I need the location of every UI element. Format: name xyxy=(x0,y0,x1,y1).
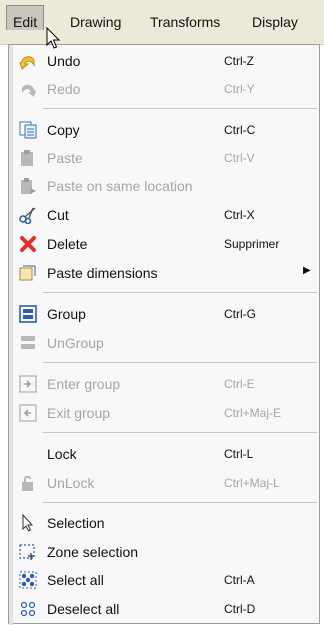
menu-item-paste-same-location[interactable]: Paste on same location xyxy=(9,172,319,200)
cut-shortcut: Ctrl-X xyxy=(224,208,255,222)
menu-item-delete[interactable]: Delete Supprimer xyxy=(9,230,319,258)
group-icon xyxy=(19,305,37,323)
paste-icon xyxy=(21,150,33,166)
deselect-all-icon xyxy=(20,601,36,617)
lock-shortcut: Ctrl-L xyxy=(224,447,254,461)
zone-selection-label: Zone selection xyxy=(47,544,139,560)
group-label: Group xyxy=(47,306,86,322)
menu-item-paste[interactable]: Paste Ctrl-V xyxy=(9,144,319,172)
menu-edit[interactable]: Edit xyxy=(6,5,45,30)
paste-dimensions-label: Paste dimensions xyxy=(47,265,158,281)
undo-shortcut: Ctrl-Z xyxy=(224,54,254,68)
enter-group-shortcut: Ctrl-E xyxy=(224,377,255,391)
menu-item-redo[interactable]: Redo Ctrl-Y xyxy=(9,75,319,103)
menu-display[interactable]: Display xyxy=(252,14,298,30)
select-all-icon xyxy=(19,571,37,589)
exit-group-label: Exit group xyxy=(47,405,111,421)
menu-item-exit-group[interactable]: Exit group Ctrl+Maj-E xyxy=(9,399,319,427)
menu-item-zone-selection[interactable]: Zone selection xyxy=(9,538,319,566)
paste-same-location-label: Paste on same location xyxy=(47,178,193,194)
exit-group-icon xyxy=(19,404,37,422)
pointer-icon xyxy=(22,514,34,532)
delete-shortcut: Supprimer xyxy=(224,237,280,251)
undo-label: Undo xyxy=(47,53,81,69)
exit-group-shortcut: Ctrl+Maj-E xyxy=(224,406,282,420)
group-shortcut: Ctrl-G xyxy=(224,307,256,321)
paste-dimensions-icon xyxy=(19,265,36,281)
menu-item-lock[interactable]: Lock Ctrl-L xyxy=(9,440,319,468)
menu-item-group[interactable]: Group Ctrl-G xyxy=(9,300,319,328)
select-all-label: Select all xyxy=(47,572,104,588)
unlock-shortcut: Ctrl+Maj-L xyxy=(224,476,280,490)
separator xyxy=(43,362,317,363)
separator xyxy=(43,502,317,503)
lock-label: Lock xyxy=(47,446,77,462)
unlock-icon xyxy=(22,475,33,491)
deselect-all-label: Deselect all xyxy=(47,601,120,617)
select-all-shortcut: Ctrl-A xyxy=(224,573,255,587)
unlock-label: UnLock xyxy=(47,475,95,491)
menu-item-selection[interactable]: Selection xyxy=(9,509,319,537)
redo-label: Redo xyxy=(47,81,81,97)
menu-transforms[interactable]: Transforms xyxy=(150,14,220,30)
enter-group-label: Enter group xyxy=(47,376,121,392)
delete-x-icon xyxy=(20,236,36,252)
paste-shortcut: Ctrl-V xyxy=(224,151,255,165)
zone-selection-icon xyxy=(19,544,35,560)
submenu-arrow-icon: ▶ xyxy=(303,265,311,276)
paste-same-location-icon xyxy=(21,178,36,194)
menu-item-select-all[interactable]: Select all Ctrl-A xyxy=(9,566,319,594)
separator xyxy=(43,108,317,109)
menu-item-paste-dimensions[interactable]: Paste dimensions ▶ xyxy=(9,259,319,287)
ungroup-label: UnGroup xyxy=(47,335,104,351)
delete-label: Delete xyxy=(47,236,88,252)
enter-group-icon xyxy=(19,375,37,393)
scissors-icon xyxy=(19,207,36,224)
undo-icon xyxy=(19,56,35,70)
menu-item-copy[interactable]: Copy Ctrl-C xyxy=(9,116,319,144)
redo-shortcut: Ctrl-Y xyxy=(224,82,255,96)
selection-label: Selection xyxy=(47,515,105,531)
separator xyxy=(43,292,317,293)
copy-shortcut: Ctrl-C xyxy=(224,123,256,137)
ungroup-icon xyxy=(21,336,35,349)
menu-item-undo[interactable]: Undo Ctrl-Z xyxy=(9,47,319,75)
copy-label: Copy xyxy=(47,122,80,138)
paste-label: Paste xyxy=(47,150,83,166)
mouse-cursor-icon xyxy=(46,27,61,49)
redo-icon xyxy=(22,84,36,97)
menu-item-unlock[interactable]: UnLock Ctrl+Maj-L xyxy=(9,469,319,497)
menu-item-ungroup[interactable]: UnGroup xyxy=(9,329,319,357)
menu-item-deselect-all[interactable]: Deselect all Ctrl-D xyxy=(9,595,319,623)
menu-item-cut[interactable]: Cut Ctrl-X xyxy=(9,201,319,229)
menu-item-enter-group[interactable]: Enter group Ctrl-E xyxy=(9,370,319,398)
edit-dropdown-menu: Undo Ctrl-Z Redo Ctrl-Y Copy Ctrl-C Past… xyxy=(8,44,320,625)
menu-drawing[interactable]: Drawing xyxy=(70,14,121,30)
deselect-all-shortcut: Ctrl-D xyxy=(224,602,256,616)
separator xyxy=(43,432,317,433)
copy-icon xyxy=(19,121,37,139)
cut-label: Cut xyxy=(47,207,69,223)
